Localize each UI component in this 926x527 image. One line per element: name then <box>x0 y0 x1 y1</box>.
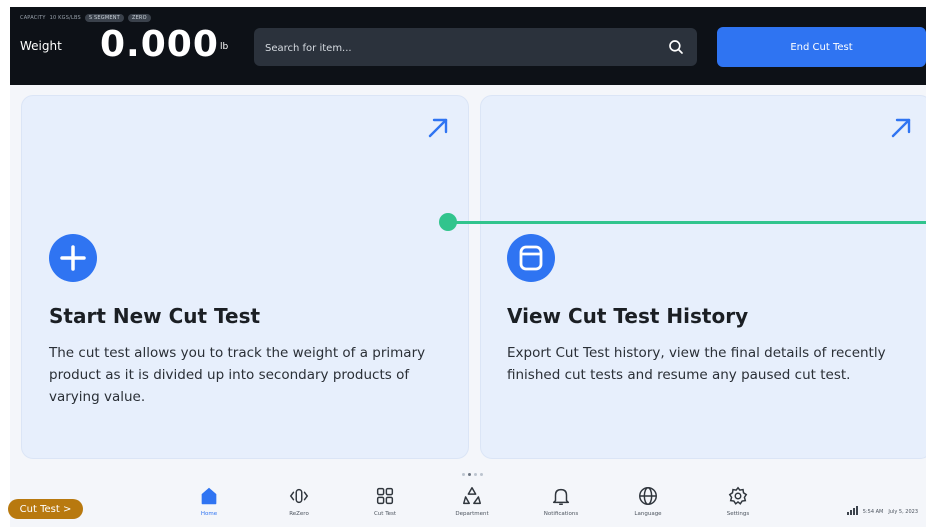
nav-label: Cut Test <box>373 511 397 517</box>
view-cut-test-history-card[interactable]: View Cut Test History Export Cut Test hi… <box>480 95 926 459</box>
card-title: View Cut Test History <box>507 304 749 328</box>
signal-icon <box>846 506 858 515</box>
capacity-label: CAPACITY <box>20 15 46 21</box>
nav-item-cut-test[interactable]: Cut Test <box>353 485 417 517</box>
page-dot <box>462 473 465 476</box>
card-description: Export Cut Test history, view the final … <box>507 345 886 383</box>
status-time: 5:54 AM <box>862 509 884 515</box>
weight-value: 0.000 <box>100 24 219 65</box>
page-indicator <box>462 473 483 476</box>
guide-dot <box>439 213 457 231</box>
guide-line <box>447 221 926 224</box>
nav-label: Settings <box>726 511 750 517</box>
gear-icon <box>728 486 748 505</box>
weight-unit: lb <box>220 42 229 52</box>
rezero-icon <box>289 488 309 504</box>
nav-label: Language <box>634 511 662 517</box>
globe-icon <box>639 487 657 505</box>
arrow-up-right-icon <box>428 118 448 138</box>
nav-label: Notifications <box>543 511 579 517</box>
capacity-line: CAPACITY 10 KGS/LBS S SEGMENT ZERO <box>20 14 151 22</box>
card-title: Start New Cut Test <box>49 304 261 328</box>
recycle-icon <box>463 487 481 505</box>
page-dot-active <box>468 473 471 476</box>
cut-test-pill-button[interactable]: Cut Test > <box>8 499 83 519</box>
main-content: Start New Cut Test The cut test allows y… <box>10 85 926 527</box>
grid-icon <box>376 487 394 505</box>
nav-item-home[interactable]: Home <box>177 485 241 517</box>
search-icon[interactable] <box>667 38 685 56</box>
nav-item-notifications[interactable]: Notifications <box>529 485 593 517</box>
arrow-up-right-icon <box>891 118 911 138</box>
status-bar: 5:54 AM July 5, 2023 <box>846 506 918 515</box>
zero-chip: ZERO <box>127 14 151 22</box>
document-icon <box>507 234 555 282</box>
nav-item-rezero[interactable]: ReZero <box>267 485 331 517</box>
nav-label: Department <box>455 511 489 517</box>
app-window: CAPACITY 10 KGS/LBS S SEGMENT ZERO Weigh… <box>10 7 926 527</box>
home-icon <box>201 487 217 505</box>
segment-chip: S SEGMENT <box>84 14 124 22</box>
nav-label: Home <box>200 511 218 517</box>
card-description: The cut test allows you to track the wei… <box>49 345 426 405</box>
nav-label: ReZero <box>289 511 309 517</box>
page-dot <box>480 473 483 476</box>
search-input[interactable] <box>254 28 667 68</box>
end-cut-test-button[interactable]: End Cut Test <box>717 27 926 67</box>
nav-item-department[interactable]: Department <box>440 485 504 517</box>
search-bar <box>254 28 697 68</box>
plus-icon <box>49 234 97 282</box>
capacity-value: 10 KGS/LBS <box>49 15 81 21</box>
weight-label: Weight <box>20 39 62 53</box>
nav-item-language[interactable]: Language <box>616 485 680 517</box>
nav-item-settings[interactable]: Settings <box>706 485 770 517</box>
bottom-nav: Home ReZero Cut Test Department Notifica… <box>10 477 926 527</box>
start-new-cut-test-card[interactable]: Start New Cut Test The cut test allows y… <box>21 95 469 459</box>
page-dot <box>474 473 477 476</box>
bell-icon <box>552 488 570 505</box>
status-date: July 5, 2023 <box>888 509 918 515</box>
top-bar: CAPACITY 10 KGS/LBS S SEGMENT ZERO Weigh… <box>10 7 926 85</box>
